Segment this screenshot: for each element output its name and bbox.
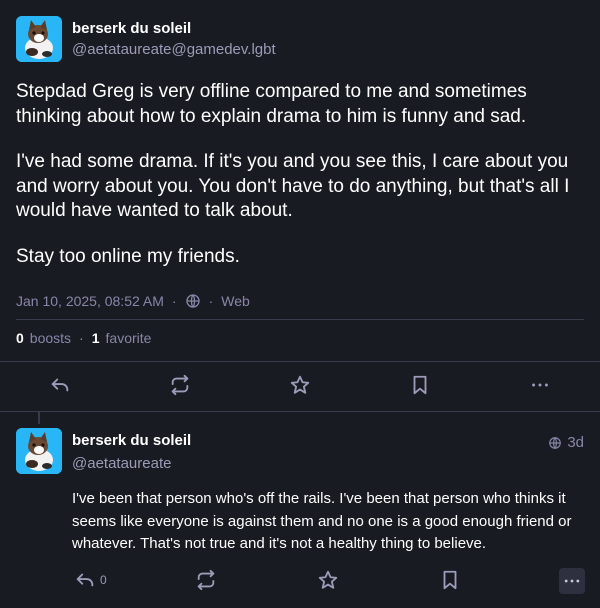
post-paragraph: I've had some drama. If it's you and you…: [16, 151, 570, 221]
time-label: 3d: [567, 434, 584, 451]
star-icon: [318, 570, 338, 589]
separator-dot: ·: [171, 293, 177, 309]
divider: [16, 319, 584, 320]
reply-content: I've been that person who's off the rail…: [72, 490, 572, 552]
post-counts: 0 boosts · 1 favorite: [16, 330, 151, 346]
divider: [0, 411, 600, 412]
post-application: Web: [221, 293, 250, 309]
post-paragraph: Stay too online my friends.: [16, 245, 240, 267]
account-handle[interactable]: @aetataureate@gamedev.lgbt: [72, 41, 276, 58]
post-paragraph: Stepdad Greg is very offline compared to…: [16, 81, 527, 127]
cat-avatar-icon: [16, 16, 62, 62]
display-name[interactable]: berserk du soleil: [72, 20, 191, 37]
ellipsis-icon: [532, 383, 548, 387]
bookmark-button[interactable]: [408, 373, 432, 397]
account-handle[interactable]: @aetataureate: [72, 455, 171, 472]
reply-icon: [51, 378, 69, 392]
favorite-button[interactable]: [316, 568, 340, 592]
post-timestamp[interactable]: Jan 10, 2025, 08:52 AM: [16, 293, 164, 309]
favorites-count: 1: [91, 330, 100, 346]
boost-icon: [171, 374, 189, 396]
boost-button[interactable]: [168, 373, 192, 397]
relative-time[interactable]: 3d: [548, 434, 584, 451]
more-button[interactable]: [559, 568, 585, 594]
post-meta: Jan 10, 2025, 08:52 AM · · Web: [16, 293, 250, 309]
separator-dot: ·: [79, 330, 84, 346]
bookmark-button[interactable]: [438, 568, 462, 592]
avatar[interactable]: [16, 16, 62, 62]
more-button[interactable]: [528, 373, 552, 397]
thread-line: [38, 412, 40, 424]
favorite-button[interactable]: [288, 373, 312, 397]
boosts-count: 0: [16, 330, 24, 346]
ellipsis-icon: [564, 579, 580, 583]
reply-button[interactable]: 0: [74, 568, 107, 592]
display-name[interactable]: berserk du soleil: [72, 432, 191, 449]
bookmark-icon: [413, 375, 427, 395]
boost-button[interactable]: [194, 568, 218, 592]
separator-dot: ·: [208, 293, 214, 309]
avatar[interactable]: [16, 428, 62, 474]
divider: [0, 361, 600, 362]
reply-button[interactable]: [48, 373, 72, 397]
globe-icon: [549, 436, 562, 449]
cat-avatar-icon: [16, 428, 62, 474]
bookmark-icon: [443, 570, 457, 590]
star-icon: [290, 375, 310, 394]
globe-icon: [185, 293, 201, 309]
replies-count: 0: [100, 573, 107, 587]
post-content: Stepdad Greg is very offline compared to…: [16, 80, 584, 290]
reply-icon: [76, 573, 94, 587]
boost-icon: [197, 569, 215, 591]
favorites-link[interactable]: favorite: [106, 330, 152, 346]
boosts-link[interactable]: boosts: [30, 330, 71, 346]
